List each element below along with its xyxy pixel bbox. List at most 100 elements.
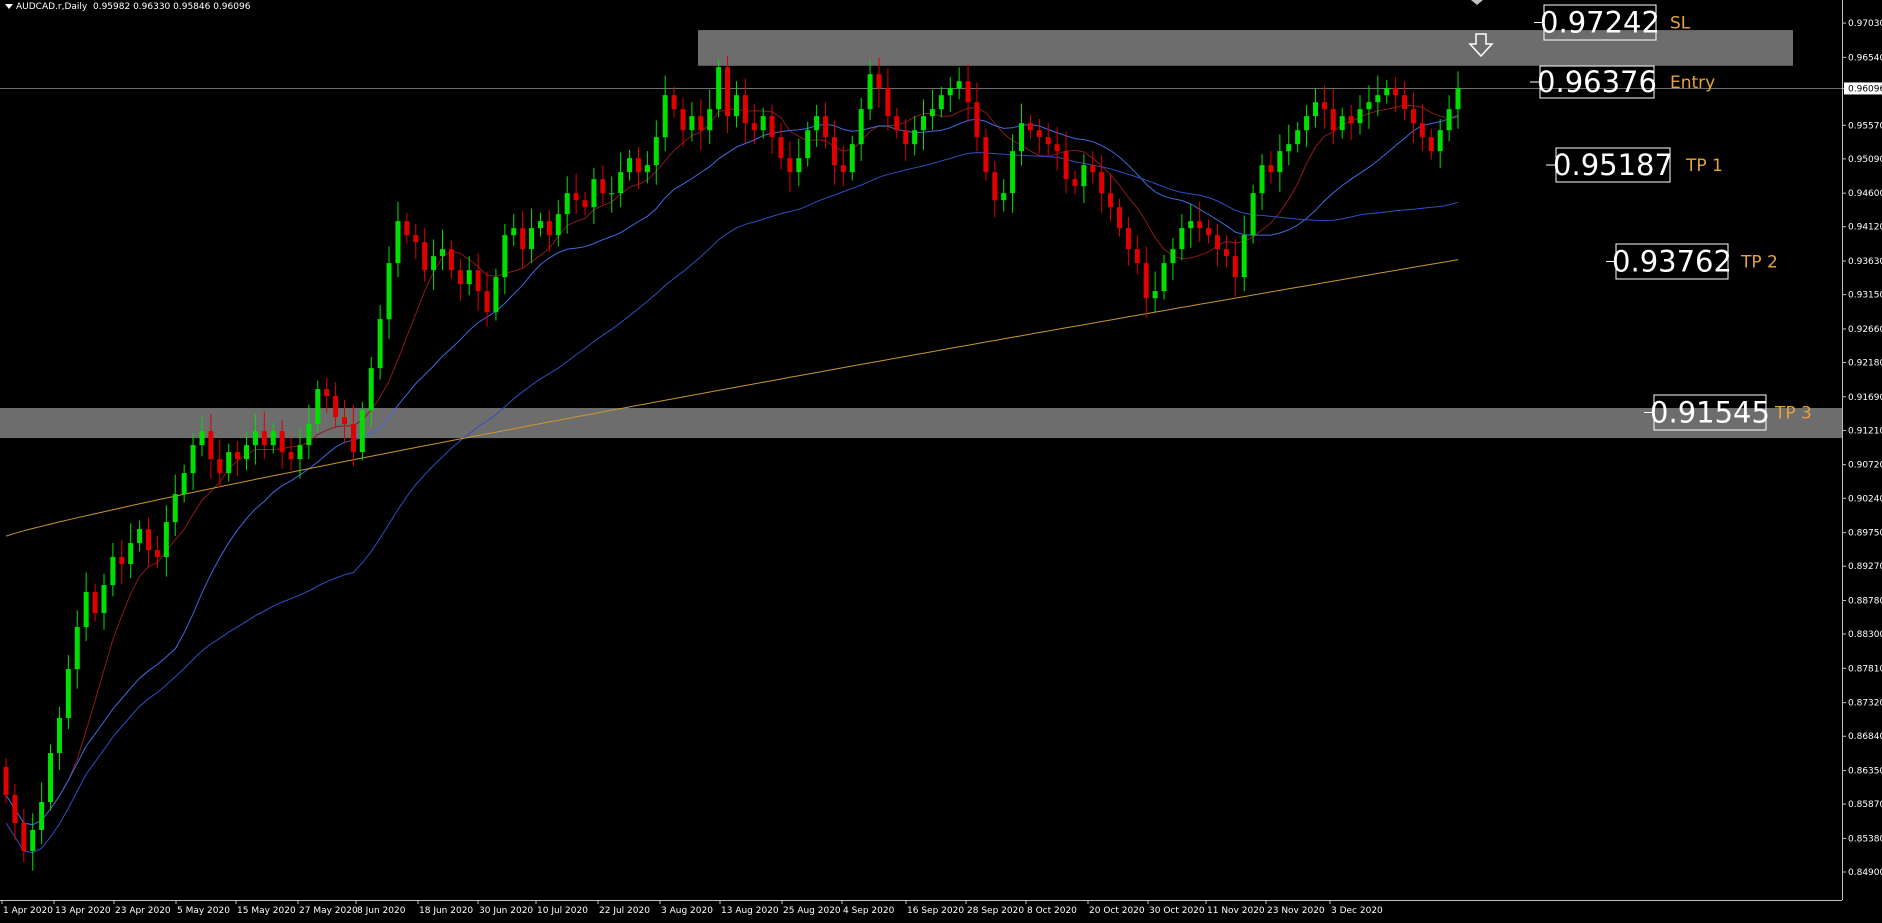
candle-body xyxy=(413,235,419,243)
candle-body xyxy=(1019,123,1025,152)
y-tick-label: 0.91210 xyxy=(1848,426,1882,436)
candle-body xyxy=(1268,165,1274,173)
candle-body xyxy=(653,137,659,166)
candle-body xyxy=(475,270,481,292)
candle-body xyxy=(635,158,641,173)
candle-body xyxy=(1357,109,1363,124)
candle-body xyxy=(154,550,160,558)
candle-body xyxy=(128,543,134,565)
candle-body xyxy=(493,277,499,313)
candle-body xyxy=(1304,116,1310,131)
candle-body xyxy=(288,452,294,460)
y-tick-label: 0.84900 xyxy=(1848,868,1882,878)
candle-body xyxy=(1259,165,1265,194)
x-tick-label: 30 Jun 2020 xyxy=(479,906,533,916)
candle-body xyxy=(244,445,250,460)
candle-body xyxy=(350,424,356,453)
candle-body xyxy=(359,410,365,453)
candle-body xyxy=(1054,144,1060,152)
candle-body xyxy=(751,123,757,131)
candle-body xyxy=(92,592,98,614)
candle-body xyxy=(226,452,232,474)
candle-body xyxy=(502,235,508,278)
candle-body xyxy=(1223,249,1229,257)
candle-body xyxy=(1330,109,1336,131)
candle-body xyxy=(947,88,953,96)
candle-body xyxy=(377,319,383,369)
candle-body xyxy=(831,137,837,166)
candle-body xyxy=(600,179,606,194)
y-tick-label: 0.93630 xyxy=(1848,257,1882,267)
candle-body xyxy=(297,445,303,460)
candle-body xyxy=(1419,123,1425,138)
candle-body xyxy=(270,431,276,446)
price-chart[interactable]: 0.975100.970300.965400.960960.955700.950… xyxy=(0,0,1882,923)
y-tick-label: 0.90240 xyxy=(1848,494,1882,504)
candle-body xyxy=(1348,116,1354,124)
candle-body xyxy=(1384,88,1390,96)
candle-body xyxy=(644,165,650,173)
candle-body xyxy=(707,109,713,131)
candle-body xyxy=(591,179,597,208)
candle-body xyxy=(698,116,704,131)
candle-body xyxy=(1081,165,1087,187)
candle-body xyxy=(324,389,330,397)
candle-body xyxy=(466,270,472,285)
candle-body xyxy=(395,221,401,264)
candle-body xyxy=(1277,151,1283,173)
candle-body xyxy=(1036,130,1042,138)
candle-body xyxy=(1179,228,1185,250)
y-tick-label: 0.96540 xyxy=(1848,53,1882,63)
candle-body xyxy=(65,669,71,719)
candle-body xyxy=(342,417,348,425)
x-tick-label: 18 Jun 2020 xyxy=(419,906,473,916)
candle-body xyxy=(671,95,677,110)
candle-body xyxy=(1402,95,1408,110)
candle-body xyxy=(1090,165,1096,173)
candle-body xyxy=(965,81,971,103)
x-tick-label: 3 Aug 2020 xyxy=(661,906,713,916)
candle-body xyxy=(48,753,54,803)
candle-body xyxy=(609,193,615,195)
candle-body xyxy=(787,158,793,173)
y-tick-label: 0.95570 xyxy=(1848,121,1882,131)
candle-body xyxy=(894,116,900,131)
candle-body xyxy=(725,67,731,117)
candle-body xyxy=(1116,207,1122,229)
y-tick-label: 0.85380 xyxy=(1848,834,1882,844)
candle-body xyxy=(529,228,535,250)
candle-body xyxy=(555,214,561,236)
x-tick-label: 28 Sep 2020 xyxy=(967,906,1024,916)
x-tick-label: 8 Jun 2020 xyxy=(357,906,406,916)
candle-body xyxy=(1206,228,1212,236)
x-tick-label: 23 Nov 2020 xyxy=(1267,906,1325,916)
candle-body xyxy=(1170,249,1176,264)
candle-body xyxy=(956,81,962,89)
x-tick-label: 8 Oct 2020 xyxy=(1027,906,1077,916)
candle-body xyxy=(805,130,811,159)
y-tick-label: 0.97030 xyxy=(1848,19,1882,29)
candle-body xyxy=(74,627,80,670)
level-tag-label: TP 2 xyxy=(1740,253,1778,273)
candle-body xyxy=(511,228,517,236)
candle-body xyxy=(1410,109,1416,124)
candle-body xyxy=(1161,263,1167,292)
ma-slow-line xyxy=(5,152,1459,854)
candle-body xyxy=(1045,137,1051,145)
candle-body xyxy=(733,95,739,117)
candle-body xyxy=(83,592,89,628)
candle-body xyxy=(1072,179,1078,187)
x-tick-label: 23 Apr 2020 xyxy=(115,906,171,916)
x-tick-label: 11 Nov 2020 xyxy=(1207,906,1265,916)
candle-body xyxy=(1125,228,1131,250)
candle-body xyxy=(823,116,829,138)
y-tick-label: 0.96096 xyxy=(1848,84,1882,94)
candle-body xyxy=(235,452,241,460)
candle-body xyxy=(1188,221,1194,229)
candle-body xyxy=(190,445,196,474)
candle-body xyxy=(119,557,125,565)
candle-body xyxy=(439,249,445,257)
level-value-label: 0.93762 xyxy=(1612,245,1732,279)
ma-fast-line xyxy=(5,104,1458,826)
x-tick-label: 4 Sep 2020 xyxy=(843,906,895,916)
